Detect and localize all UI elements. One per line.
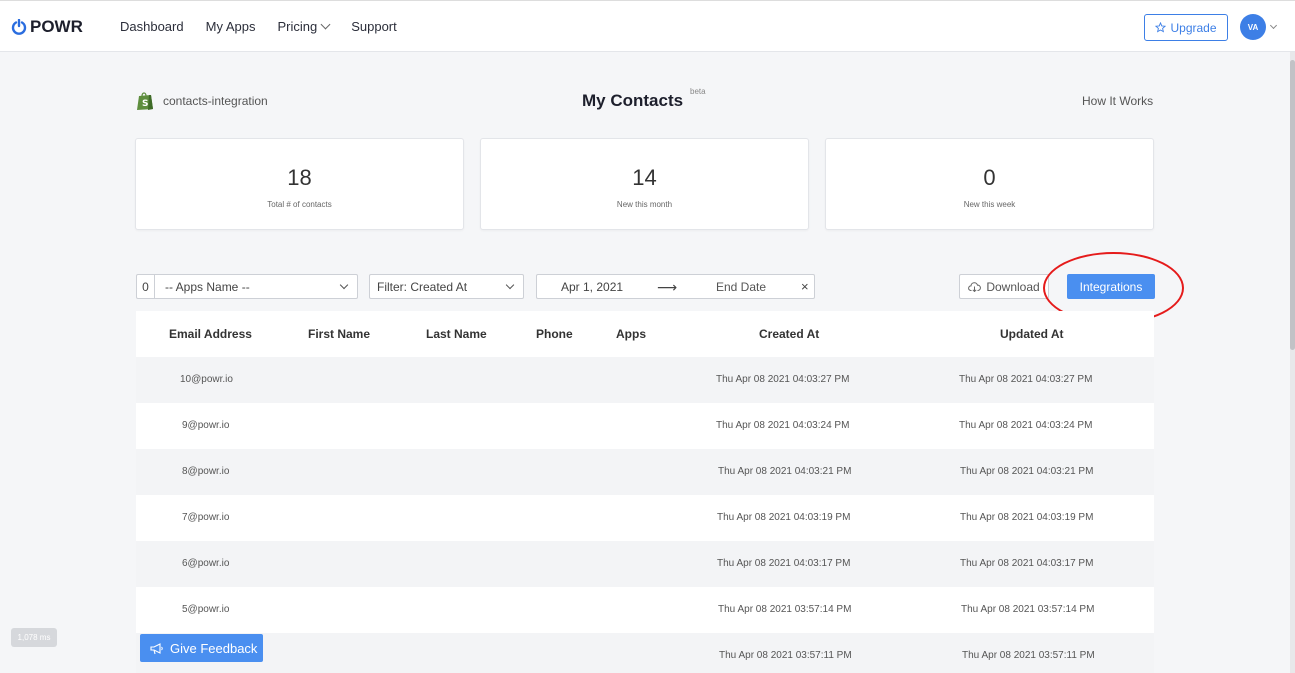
apps-name-value: -- Apps Name -- <box>165 279 250 294</box>
contacts-table: Email Address First Name Last Name Phone… <box>136 311 1154 673</box>
updated-cell: Thu Apr 08 2021 03:57:11 PM <box>962 650 1095 661</box>
stat-value: 18 <box>287 165 312 190</box>
column-header[interactable]: Phone <box>536 327 573 341</box>
powr-power-icon <box>11 18 27 35</box>
table-row[interactable]: 9@powr.io Thu Apr 08 2021 04:03:24 PM Th… <box>136 403 1154 449</box>
brand-name: POWR <box>30 17 83 36</box>
stat-label: Total # of contacts <box>267 200 332 209</box>
stat-card-total: 18 Total # of contacts <box>135 138 464 230</box>
email-cell: 7@powr.io <box>182 512 230 523</box>
how-it-works-link[interactable]: How It Works <box>1082 94 1153 108</box>
updated-cell: Thu Apr 08 2021 04:03:17 PM <box>960 558 1094 569</box>
updated-cell: Thu Apr 08 2021 04:03:19 PM <box>960 512 1094 523</box>
email-cell: 5@powr.io <box>182 604 230 615</box>
nav-pricing-label: Pricing <box>277 19 318 34</box>
download-label: Download <box>986 279 1040 294</box>
table-row[interactable]: 10@powr.io Thu Apr 08 2021 04:03:27 PM T… <box>136 357 1154 403</box>
apps-count: 0 <box>137 275 155 298</box>
store-label: S contacts-integration <box>136 91 268 111</box>
store-name: contacts-integration <box>163 94 268 108</box>
table-row[interactable]: 6@powr.io Thu Apr 08 2021 04:03:17 PM Th… <box>136 541 1154 587</box>
top-navbar: POWR Dashboard My Apps Pricing Support U… <box>0 0 1295 52</box>
give-feedback-button[interactable]: Give Feedback <box>140 634 263 662</box>
end-date-input[interactable]: End Date <box>716 280 766 294</box>
upgrade-button[interactable]: Upgrade <box>1144 14 1228 41</box>
updated-cell: Thu Apr 08 2021 04:03:24 PM <box>959 420 1093 431</box>
created-cell: Thu Apr 08 2021 04:03:21 PM <box>718 466 852 477</box>
filter-created-value: Filter: Created At <box>377 279 468 294</box>
updated-cell: Thu Apr 08 2021 04:03:27 PM <box>959 374 1093 385</box>
column-header[interactable]: Apps <box>616 327 646 341</box>
table-row[interactable]: 5@powr.io Thu Apr 08 2021 03:57:14 PM Th… <box>136 587 1154 633</box>
stat-label: New this week <box>963 200 1016 209</box>
chevron-down-icon <box>505 280 515 290</box>
nav-pricing[interactable]: Pricing <box>277 19 331 34</box>
column-header[interactable]: Updated At <box>1000 327 1064 341</box>
svg-text:S: S <box>142 99 148 109</box>
upgrade-label: Upgrade <box>1170 20 1217 35</box>
feedback-label: Give Feedback <box>170 640 258 656</box>
page-title: My Contacts <box>582 91 684 110</box>
stat-label: New this month <box>616 200 673 209</box>
column-header[interactable]: Created At <box>759 327 819 341</box>
scrollbar-thumb[interactable] <box>1290 60 1295 350</box>
column-header[interactable]: First Name <box>308 327 370 341</box>
stat-value: 0 <box>983 165 996 190</box>
email-cell: 6@powr.io <box>182 558 230 569</box>
stat-value: 14 <box>632 165 657 190</box>
email-cell: 9@powr.io <box>182 420 230 431</box>
arrow-right-icon: ⟶ <box>657 279 678 295</box>
apps-name-select[interactable]: 0 -- Apps Name -- <box>136 274 358 299</box>
beta-badge: beta <box>690 87 706 96</box>
chevron-down-icon[interactable] <box>1269 21 1278 30</box>
table-row[interactable]: Thu Apr 08 2021 03:57:11 PM Thu Apr 08 2… <box>136 633 1154 673</box>
created-cell: Thu Apr 08 2021 04:03:27 PM <box>716 374 850 385</box>
created-cell: Thu Apr 08 2021 04:03:19 PM <box>717 512 851 523</box>
megaphone-icon <box>150 642 163 654</box>
created-cell: Thu Apr 08 2021 03:57:11 PM <box>719 650 852 661</box>
email-cell: 10@powr.io <box>180 374 233 385</box>
render-timer: 1,078 ms <box>11 628 57 647</box>
created-cell: Thu Apr 08 2021 03:57:14 PM <box>718 604 852 615</box>
updated-cell: Thu Apr 08 2021 04:03:21 PM <box>960 466 1094 477</box>
column-header[interactable]: Last Name <box>426 327 487 341</box>
avatar[interactable]: VA <box>1240 14 1266 40</box>
start-date-input[interactable]: Apr 1, 2021 <box>561 280 623 294</box>
stat-card-month: 14 New this month <box>480 138 809 230</box>
powr-logo[interactable]: POWR <box>11 17 83 37</box>
main-nav: Dashboard My Apps Pricing Support <box>120 19 397 34</box>
filter-created-select[interactable]: Filter: Created At <box>369 274 524 299</box>
nav-dashboard[interactable]: Dashboard <box>120 19 184 34</box>
stat-card-week: 0 New this week <box>825 138 1154 230</box>
nav-my-apps[interactable]: My Apps <box>206 19 256 34</box>
table-row[interactable]: 7@powr.io Thu Apr 08 2021 04:03:19 PM Th… <box>136 495 1154 541</box>
email-cell: 8@powr.io <box>182 466 230 477</box>
shopify-bag-icon: S <box>137 92 153 110</box>
cloud-download-icon <box>968 282 982 292</box>
chevron-down-icon <box>320 19 331 30</box>
nav-support[interactable]: Support <box>351 19 397 34</box>
table-row[interactable]: 8@powr.io Thu Apr 08 2021 04:03:21 PM Th… <box>136 449 1154 495</box>
created-cell: Thu Apr 08 2021 04:03:24 PM <box>716 420 850 431</box>
updated-cell: Thu Apr 08 2021 03:57:14 PM <box>961 604 1095 615</box>
chevron-down-icon <box>339 280 349 290</box>
star-icon <box>1155 22 1167 33</box>
created-cell: Thu Apr 08 2021 04:03:17 PM <box>717 558 851 569</box>
column-header[interactable]: Email Address <box>169 327 252 341</box>
download-button[interactable]: Download <box>959 274 1049 299</box>
clear-date-button[interactable]: × <box>801 279 809 294</box>
